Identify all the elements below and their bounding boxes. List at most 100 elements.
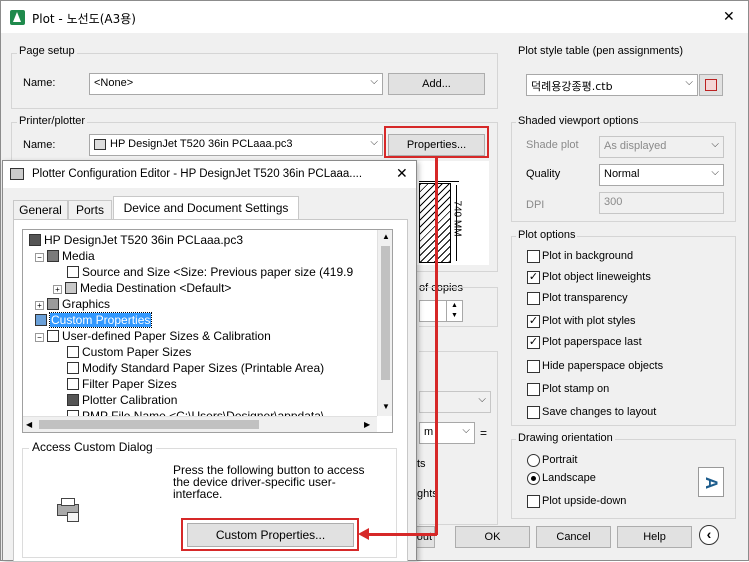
- tree-item[interactable]: + Media Destination <Default>: [53, 280, 231, 296]
- printer-name-label: Name:: [23, 139, 56, 151]
- plot-option-checkbox[interactable]: ✓: [527, 271, 540, 284]
- printer-name-value: HP DesignJet T520 36in PCLaaa.pc3: [110, 138, 293, 150]
- collapse-icon[interactable]: −: [35, 253, 44, 262]
- tree-vertical-scrollbar[interactable]: ▲ ▼: [377, 230, 392, 416]
- printer-group-label: Printer/plotter: [17, 115, 88, 127]
- chevron-left-icon: ‹: [706, 526, 712, 542]
- plot-option-checkbox[interactable]: [527, 360, 540, 373]
- editor-close-icon[interactable]: ✕: [396, 165, 408, 182]
- tab-general[interactable]: General: [13, 200, 68, 220]
- orientation-label: Drawing orientation: [516, 432, 615, 444]
- collapse-icon[interactable]: −: [35, 333, 44, 342]
- portrait-radio[interactable]: [527, 454, 540, 467]
- help-button[interactable]: Help: [617, 526, 692, 548]
- expand-icon[interactable]: +: [53, 285, 62, 294]
- tree-item[interactable]: Source and Size <Size: Previous paper si…: [67, 264, 353, 280]
- tree-item[interactable]: + Graphics: [35, 296, 110, 312]
- autocad-logo-icon: [10, 10, 25, 25]
- plot-option-checkbox[interactable]: ✓: [527, 336, 540, 349]
- orientation-icon-letter: A: [702, 476, 722, 490]
- quality-select[interactable]: Normal ⌵: [599, 164, 724, 186]
- custom-icon: [35, 314, 47, 326]
- chevron-down-icon: ⌵: [685, 77, 693, 88]
- page-setup-name-select[interactable]: <None> ⌵: [89, 73, 383, 95]
- behind-text-ts: ts: [417, 458, 426, 470]
- scroll-down-icon[interactable]: ▼: [382, 402, 390, 411]
- plot-option-checkbox[interactable]: [527, 250, 540, 263]
- expand-icon[interactable]: +: [35, 301, 44, 310]
- scroll-right-icon[interactable]: ▶: [364, 420, 370, 429]
- cancel-button[interactable]: Cancel: [536, 526, 611, 548]
- printer-name-select[interactable]: HP DesignJet T520 36in PCLaaa.pc3 ⌵: [89, 134, 383, 156]
- tree-item-label: Media: [62, 249, 95, 263]
- expand-options-button[interactable]: ‹: [699, 525, 719, 545]
- tree-item-label: Custom Paper Sizes: [82, 345, 192, 359]
- tree-item[interactable]: Filter Paper Sizes: [67, 376, 177, 392]
- tab-device-document-settings[interactable]: Device and Document Settings: [113, 196, 299, 220]
- tree-item[interactable]: Custom Properties: [35, 312, 153, 328]
- tree-item-label: HP DesignJet T520 36in PCLaaa.pc3: [44, 233, 244, 247]
- window-title: Plot - 노선도(A3용): [32, 12, 136, 26]
- shaded-viewport-label: Shaded viewport options: [516, 115, 641, 127]
- edit-plot-style-button[interactable]: [699, 74, 723, 96]
- chevron-down-icon: ⌵: [370, 76, 378, 87]
- tree-item[interactable]: − Media: [35, 248, 95, 264]
- chevron-down-icon: ⌵: [711, 167, 719, 178]
- scroll-up-icon[interactable]: ▲: [382, 232, 390, 241]
- tree-item[interactable]: Custom Paper Sizes: [67, 344, 191, 360]
- shade-plot-label: Shade plot: [526, 139, 579, 151]
- plot-option-checkbox[interactable]: [527, 383, 540, 396]
- quality-label: Quality: [526, 168, 561, 180]
- scroll-left-icon[interactable]: ◀: [26, 420, 32, 429]
- tab-ports-label: Ports: [75, 203, 104, 217]
- page-setup-name-value: <None>: [94, 77, 134, 89]
- annotation-horizontal: [368, 533, 437, 536]
- behind-select-b[interactable]: m ⌵: [419, 422, 475, 444]
- behind-equals: =: [480, 426, 488, 440]
- close-icon[interactable]: ✕: [723, 8, 735, 25]
- behind-select-a[interactable]: ⌵: [419, 391, 491, 413]
- add-page-setup-button[interactable]: Add...: [388, 73, 485, 95]
- shade-plot-value: As displayed: [604, 140, 667, 152]
- paper-icon: [67, 346, 79, 358]
- plot-style-value: 덕례용강종평.ctb: [531, 80, 613, 93]
- plot-option-checkbox[interactable]: [527, 406, 540, 419]
- plot-options-label: Plot options: [516, 229, 578, 241]
- paper-icon: [67, 266, 79, 278]
- tree-item[interactable]: − User-defined Paper Sizes & Calibration: [35, 328, 271, 344]
- annotation-arrowhead: [358, 528, 369, 540]
- upside-down-checkbox[interactable]: [527, 495, 540, 508]
- page-setup-label: Page setup: [17, 45, 77, 57]
- plot-option-label: Plot with plot styles: [542, 315, 636, 327]
- properties-highlight-box: [384, 126, 489, 158]
- tree-horizontal-scrollbar[interactable]: ◀ ▶: [23, 416, 377, 432]
- dpi-input[interactable]: 300: [599, 192, 724, 214]
- hscroll-thumb[interactable]: [39, 420, 259, 429]
- tree-item[interactable]: HP DesignJet T520 36in PCLaaa.pc3: [29, 232, 243, 248]
- tree-item[interactable]: Modify Standard Paper Sizes (Printable A…: [67, 360, 324, 376]
- landscape-radio[interactable]: [527, 472, 540, 485]
- access-custom-dialog-label: Access Custom Dialog: [29, 440, 156, 454]
- editor-title-bar: Plotter Configuration Editor - HP Design…: [3, 161, 416, 188]
- ok-button[interactable]: OK: [455, 526, 530, 548]
- plot-option-checkbox[interactable]: ✓: [527, 315, 540, 328]
- custom-dialog-printer-icon: [55, 496, 81, 522]
- plotter-config-icon: [10, 168, 24, 180]
- settings-tree[interactable]: HP DesignJet T520 36in PCLaaa.pc3− Media S…: [22, 229, 393, 433]
- shade-plot-select[interactable]: As displayed ⌵: [599, 136, 724, 158]
- landscape-label: Landscape: [542, 472, 596, 484]
- tree-item[interactable]: Plotter Calibration: [67, 392, 177, 408]
- tab-ports[interactable]: Ports: [68, 200, 112, 220]
- landscape-orientation-icon: A: [698, 467, 724, 497]
- paper-icon: [67, 378, 79, 390]
- plot-option-label: Save changes to layout: [542, 406, 657, 418]
- tree-item-label: Media Destination <Default>: [80, 281, 232, 295]
- plot-style-select[interactable]: 덕례용강종평.ctb ⌵: [526, 74, 698, 96]
- pen-icon: [65, 282, 77, 294]
- tree-item-label: Custom Properties: [48, 312, 153, 328]
- plot-option-label: Plot transparency: [542, 292, 628, 304]
- plot-option-label: Plot in background: [542, 250, 634, 262]
- scroll-thumb[interactable]: [381, 246, 390, 380]
- plot-option-checkbox[interactable]: [527, 292, 540, 305]
- portrait-label: Portrait: [542, 454, 578, 466]
